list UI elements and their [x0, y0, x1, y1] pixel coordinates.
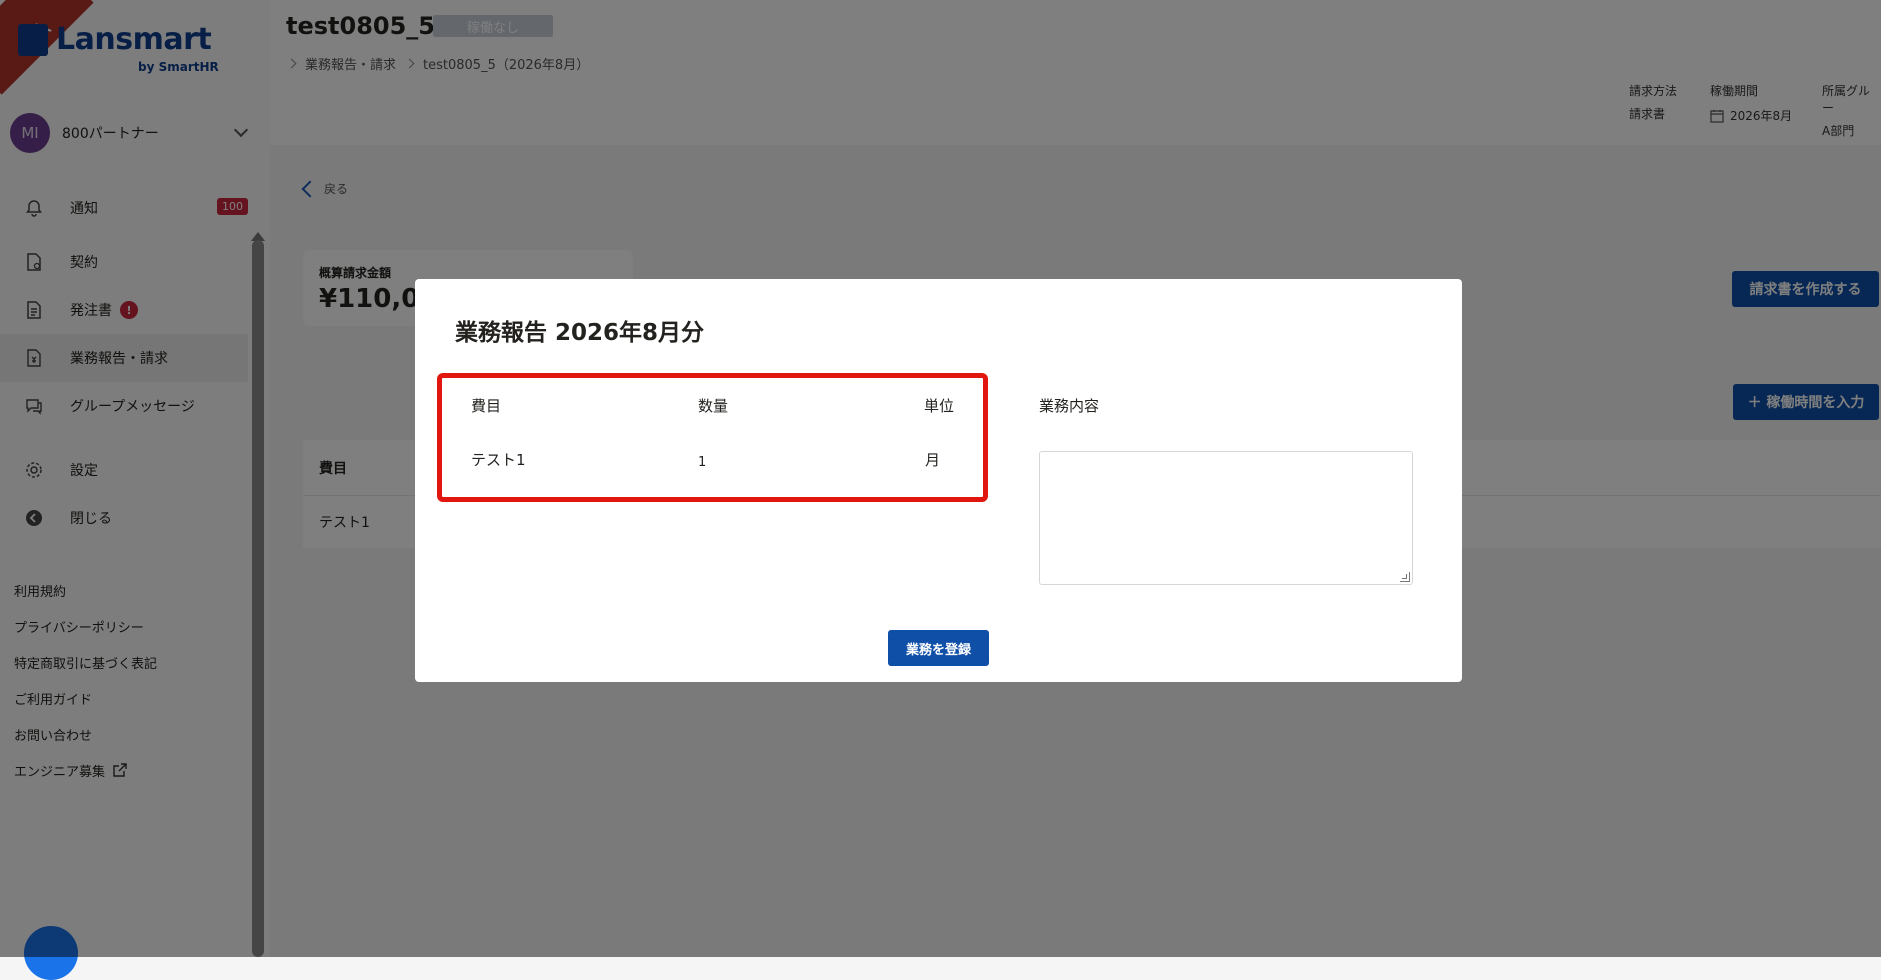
resize-handle-icon[interactable] — [1400, 572, 1410, 582]
register-work-button[interactable]: 業務を登録 — [888, 630, 989, 666]
cell-quantity: 1 — [698, 455, 707, 470]
highlight-box — [437, 373, 988, 502]
col-header-item: 費目 — [471, 397, 502, 415]
work-report-modal: 業務報告 2026年8月分 費目 数量 単位 テスト1 1 月 業務内容 業務を… — [415, 279, 1462, 682]
cell-unit: 月 — [925, 451, 941, 469]
modal-title: 業務報告 2026年8月分 — [455, 320, 705, 346]
content-label: 業務内容 — [1039, 397, 1100, 415]
work-content-textarea[interactable] — [1039, 451, 1413, 585]
col-header-unit: 単位 — [924, 397, 955, 415]
col-header-quantity: 数量 — [698, 397, 729, 415]
cell-item: テスト1 — [471, 451, 526, 469]
